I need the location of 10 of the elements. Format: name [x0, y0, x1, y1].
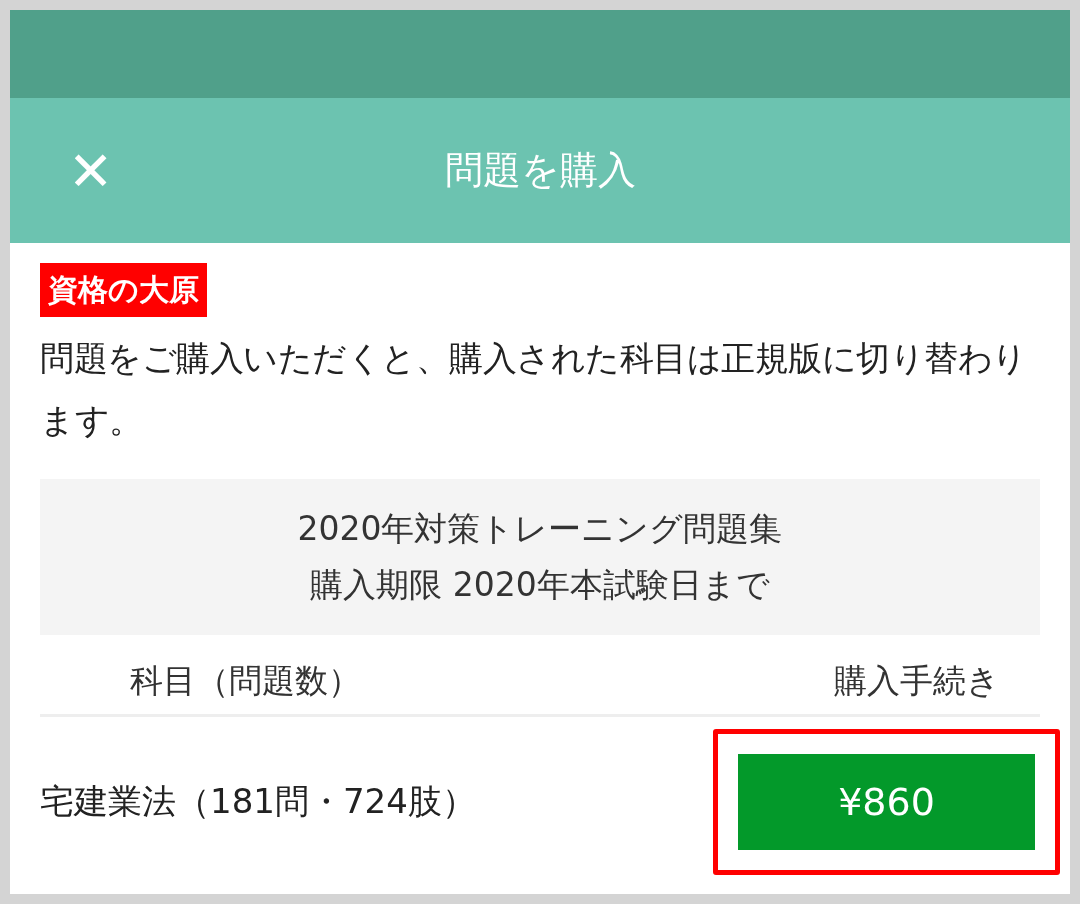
header-title: 問題を購入: [444, 147, 636, 194]
purchase-deadline: 購入期限 2020年本試験日まで: [310, 564, 770, 606]
brand-logo: 資格の大原: [40, 263, 207, 317]
info-message: 問題をご購入いただくと、購入された科目は正規版に切り替わります。: [40, 337, 1028, 442]
price-button[interactable]: ¥860: [738, 754, 1035, 850]
column-header: 科目（問題数）: [130, 660, 361, 702]
product-name: 2020年対策トレーニング問題集: [297, 508, 783, 550]
subject-name: 宅建業法（181問・724肢）: [40, 780, 476, 823]
column-header: 購入手続き: [834, 660, 1000, 702]
close-button[interactable]: ✕: [60, 142, 120, 202]
